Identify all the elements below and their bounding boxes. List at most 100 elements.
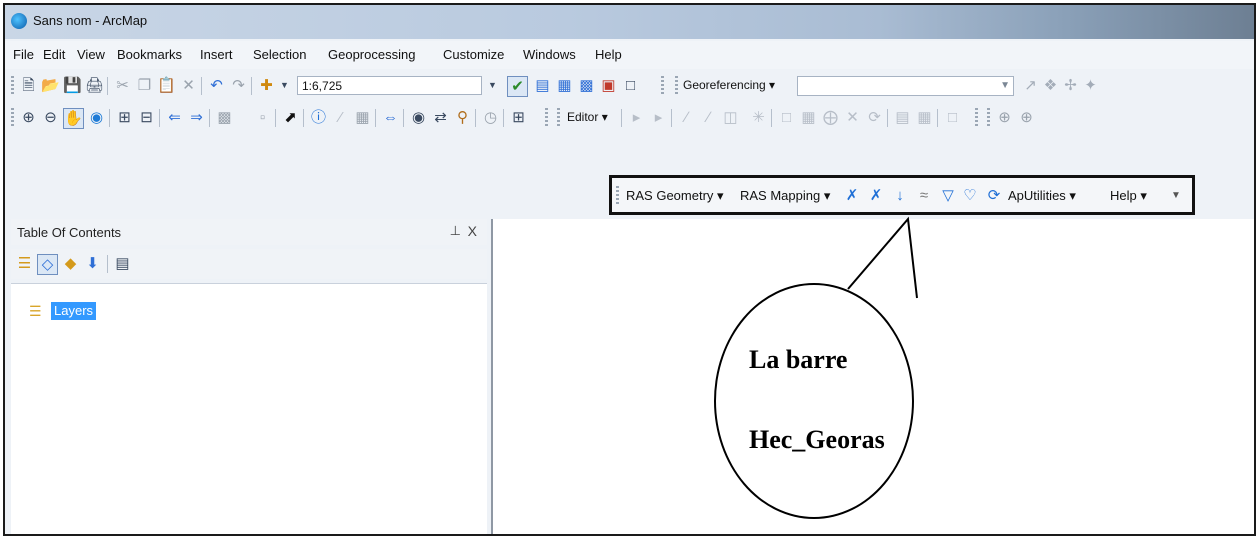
toolbar-grip[interactable]: [987, 108, 990, 128]
aputilities-menu[interactable]: ApUtilities ▾: [1008, 188, 1076, 204]
edit-annotation-icon[interactable]: ▸: [649, 108, 668, 127]
menu-edit[interactable]: Edit: [43, 47, 65, 62]
menu-view[interactable]: View: [77, 47, 105, 62]
ras-utilities-icon[interactable]: ⟳: [984, 187, 1004, 205]
toolbar-grip[interactable]: [11, 76, 14, 96]
hec-help-menu[interactable]: Help ▾: [1110, 188, 1147, 204]
save-icon[interactable]: 💾: [63, 76, 82, 95]
open-folder-icon[interactable]: 📂: [41, 76, 60, 95]
print-icon[interactable]: 🖨: [85, 76, 104, 95]
hyperlink-icon[interactable]: ⁄: [331, 108, 350, 127]
rotate-tool-icon[interactable]: ⟳: [865, 108, 884, 127]
add-data-dropdown-icon[interactable]: ▼: [275, 76, 294, 95]
paste-icon[interactable]: 📋: [157, 76, 176, 95]
sketch-properties-icon[interactable]: ▦: [915, 108, 934, 127]
pan-hand-icon[interactable]: ✋: [63, 108, 84, 129]
view-link-table-icon[interactable]: ❖: [1041, 76, 1060, 95]
menu-geoprocessing[interactable]: Geoprocessing: [328, 47, 415, 62]
catalog-icon[interactable]: ▦: [555, 76, 574, 95]
toolbar-grip[interactable]: [975, 108, 978, 128]
toolbar-grip[interactable]: [545, 108, 548, 128]
toolbar-grip[interactable]: [675, 76, 678, 96]
create-viewer-window-icon[interactable]: ⊞: [509, 108, 528, 127]
clear-selection-icon[interactable]: ▫: [253, 108, 272, 127]
fixed-zoom-in-icon[interactable]: ⊞: [115, 108, 134, 127]
cut-icon[interactable]: ✂: [113, 76, 132, 95]
back-arrow-icon[interactable]: ⇐: [165, 108, 184, 127]
arctoolbox-icon[interactable]: ▣: [599, 76, 618, 95]
time-slider-icon[interactable]: ◷: [481, 108, 500, 127]
assign-reach-id-icon[interactable]: ✗: [866, 187, 886, 205]
auto-registration-icon[interactable]: ✢: [1061, 76, 1080, 95]
menu-insert[interactable]: Insert: [200, 47, 233, 62]
scale-dropdown-icon[interactable]: ▼: [483, 76, 502, 95]
trace-icon[interactable]: ◫: [721, 108, 740, 127]
list-by-visibility-icon[interactable]: ◆: [61, 254, 80, 273]
identify-icon[interactable]: ⓘ: [309, 108, 328, 127]
point-icon[interactable]: ✳: [749, 108, 768, 127]
list-by-drawing-order-icon[interactable]: ☰: [15, 254, 34, 273]
find-binoculars-icon[interactable]: ◉: [409, 108, 428, 127]
create-features-icon[interactable]: □: [943, 108, 962, 127]
ras-mapping-menu[interactable]: RAS Mapping ▾: [740, 188, 830, 204]
menu-customize[interactable]: Customize: [443, 47, 504, 62]
find-route-icon[interactable]: ⇄: [431, 108, 450, 127]
python-window-icon[interactable]: □: [621, 76, 640, 95]
delete-icon[interactable]: ✕: [179, 76, 198, 95]
map-scale-combobox[interactable]: 1:6,725: [297, 76, 482, 95]
table-of-contents-icon[interactable]: ▤: [533, 76, 552, 95]
toolbar-grip[interactable]: [661, 76, 664, 96]
reshape-feature-icon[interactable]: ▦: [799, 108, 818, 127]
flow-path-lines-icon[interactable]: ↓: [890, 187, 910, 205]
toolbar-grip[interactable]: [11, 108, 14, 128]
zoom-in-icon[interactable]: ⊕: [19, 108, 38, 127]
rotate-icon[interactable]: ✦: [1081, 76, 1100, 95]
ras-geometry-menu[interactable]: RAS Geometry ▾: [626, 188, 724, 204]
toolbar-grip[interactable]: [616, 186, 619, 206]
georef-pan-icon[interactable]: ⊕: [1017, 108, 1036, 127]
ineffective-flow-icon[interactable]: ♡: [960, 187, 980, 205]
new-document-icon[interactable]: 🗎: [19, 76, 38, 95]
forward-arrow-icon[interactable]: ⇒: [187, 108, 206, 127]
html-popup-icon[interactable]: ▦: [353, 108, 372, 127]
levee-icon[interactable]: ▽: [938, 187, 958, 205]
undo-icon[interactable]: ↶: [207, 76, 226, 95]
select-elements-arrow-icon[interactable]: ⬈: [281, 108, 300, 127]
edit-vertices-icon[interactable]: □: [777, 108, 796, 127]
end-point-arc-icon[interactable]: ∕: [699, 108, 718, 127]
menu-selection[interactable]: Selection: [253, 47, 306, 62]
editor-menu[interactable]: Editor ▾: [567, 110, 608, 124]
add-control-points-icon[interactable]: ↗: [1021, 76, 1040, 95]
zoom-out-icon[interactable]: ⊖: [41, 108, 60, 127]
georeferencing-layer-combobox[interactable]: ▼: [797, 76, 1014, 96]
search-window-icon[interactable]: ▩: [577, 76, 596, 95]
cut-polygons-icon[interactable]: ⨁: [821, 108, 840, 127]
close-icon[interactable]: X: [468, 223, 477, 239]
copy-icon[interactable]: ❐: [135, 76, 154, 95]
menu-windows[interactable]: Windows: [523, 47, 576, 62]
straight-segment-icon[interactable]: ∕: [677, 108, 696, 127]
toc-options-icon[interactable]: ▤: [113, 254, 132, 273]
menu-file[interactable]: File: [13, 47, 34, 62]
assign-river-id-icon[interactable]: ✗: [842, 187, 862, 205]
georef-zoom-icon[interactable]: ⊕: [995, 108, 1014, 127]
georeferencing-menu[interactable]: Georeferencing ▾: [683, 78, 775, 92]
attributes-icon[interactable]: ▤: [893, 108, 912, 127]
list-by-source-icon[interactable]: ◇: [37, 254, 58, 275]
select-features-icon[interactable]: ▩: [215, 108, 234, 127]
list-by-selection-icon[interactable]: ⬇: [83, 254, 102, 273]
toolbar-options-icon[interactable]: ▼: [1166, 187, 1186, 205]
split-tool-icon[interactable]: ✕: [843, 108, 862, 127]
toolbar-grip[interactable]: [557, 108, 560, 128]
menu-bookmarks[interactable]: Bookmarks: [117, 47, 182, 62]
add-data-icon[interactable]: ✚: [257, 76, 276, 95]
stations-icon[interactable]: ≈: [914, 187, 934, 205]
redo-icon[interactable]: ↷: [229, 76, 248, 95]
editor-toolbar-icon[interactable]: ✔: [507, 76, 528, 97]
full-extent-globe-icon[interactable]: ◉: [87, 108, 106, 127]
pin-icon[interactable]: ⊥: [450, 223, 461, 239]
edit-tool-icon[interactable]: ▸: [627, 108, 646, 127]
menu-help[interactable]: Help: [595, 47, 622, 62]
fixed-zoom-out-icon[interactable]: ⊟: [137, 108, 156, 127]
go-to-xy-icon[interactable]: ⚲: [453, 108, 472, 127]
